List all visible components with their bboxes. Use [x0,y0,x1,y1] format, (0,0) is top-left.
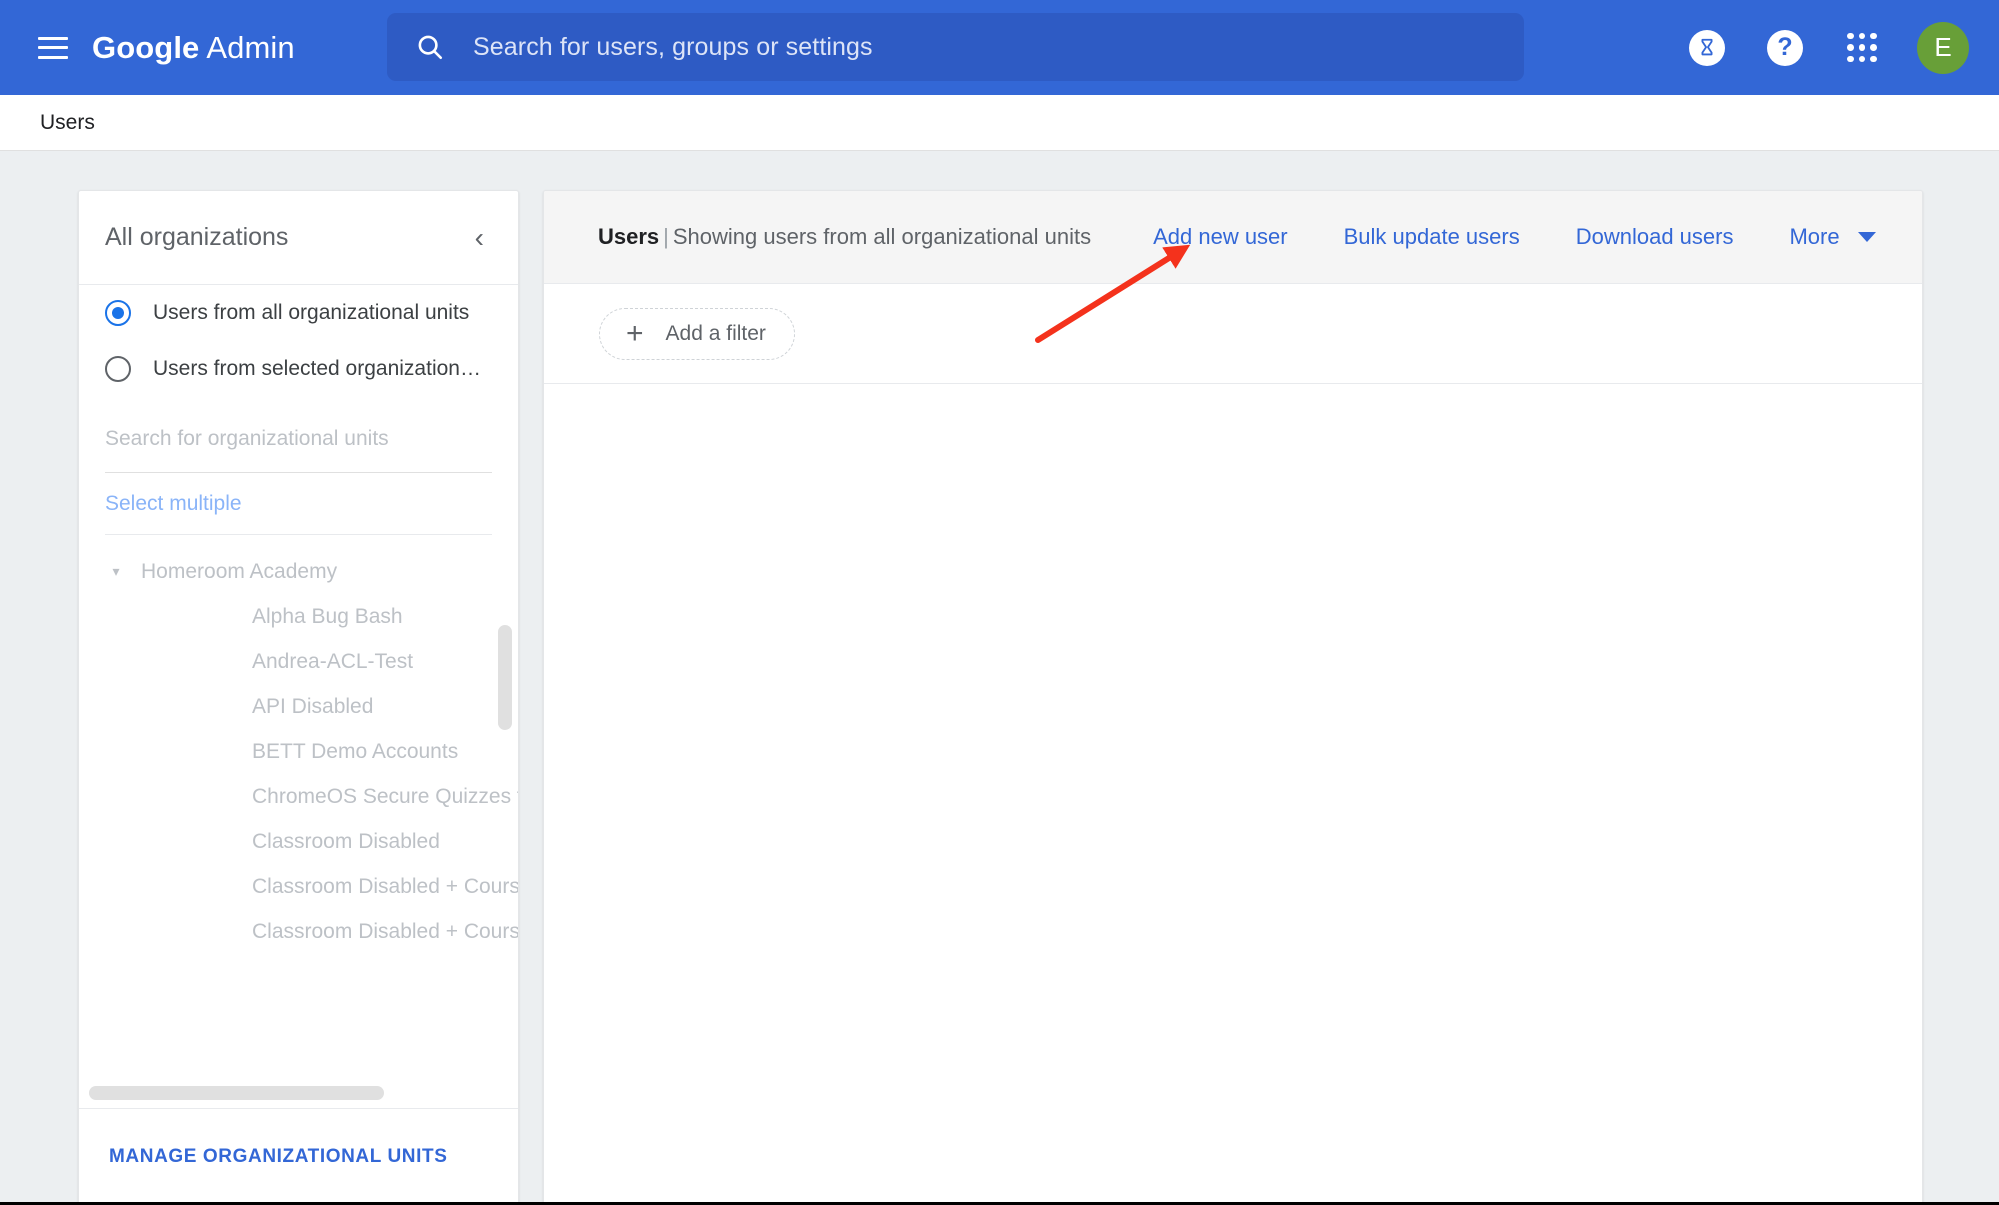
users-panel-actions: Add new user Bulk update users Download … [1153,224,1876,250]
ou-tree-item-label: Classroom Disabled + Coursek [252,874,518,898]
brand-admin: Admin [206,29,295,65]
global-search-box[interactable]: Search for users, groups or settings [387,13,1524,81]
ou-tree-item-label: Homeroom Academy [141,559,338,583]
avatar-initial: E [1934,32,1952,62]
ou-tree-item[interactable]: API Disabled [79,684,518,729]
download-users-link[interactable]: Download users [1576,224,1734,250]
admin-console-page: Google Admin Search for users, groups or… [0,0,1999,1205]
avatar[interactable]: E [1917,21,1969,74]
top-app-bar: Google Admin Search for users, groups or… [0,0,1999,95]
manage-organizational-units-button[interactable]: MANAGE ORGANIZATIONAL UNITS [109,1146,448,1168]
hamburger-icon[interactable] [38,36,68,59]
add-filter-label: Add a filter [665,321,766,345]
chevron-down-icon[interactable]: ▾ [105,563,127,580]
search-icon [415,32,445,62]
hourglass-icon[interactable] [1689,29,1725,66]
users-table-area [544,384,1922,1204]
radio-label-selected: Users from selected organizational… [153,357,492,380]
ou-tree-item[interactable]: ▾ Homeroom Academy [79,549,518,594]
users-subtitle: Showing users from all organizational un… [672,224,1092,249]
ou-tree-item-label: Andrea-ACL-Test [252,649,414,673]
ou-tree-item[interactable]: Andrea-ACL-Test [79,639,518,684]
organizations-panel-footer: MANAGE ORGANIZATIONAL UNITS [79,1108,518,1204]
select-multiple-link[interactable]: Select multiple [105,473,492,535]
ou-tree-item-label: BETT Demo Accounts [252,739,459,763]
plus-icon: + [626,316,644,350]
ou-tree-item[interactable]: Alpha Bug Bash [79,594,518,639]
help-icon[interactable]: ? [1767,29,1803,66]
users-panel-header: Users | Showing users from all organizatio… [544,191,1922,284]
organizations-panel-header: All organizations ‹ [79,191,518,285]
users-title-strong: Users [598,224,660,249]
radio-indicator-all[interactable] [105,300,131,326]
ou-tree-item-label: API Disabled [252,694,374,718]
ou-tree: ▾ Homeroom Academy Alpha Bug Bash Andrea… [79,535,518,1082]
ou-tree-horizontal-scroll-thumb[interactable] [89,1086,384,1100]
search-input[interactable]: Search for users, groups or settings [473,33,873,62]
ou-search-field[interactable] [105,427,492,473]
users-filter-bar: + Add a filter [544,284,1922,384]
ou-search-input[interactable] [105,427,492,451]
ou-tree-item[interactable]: BETT Demo Accounts [79,729,518,774]
page-title: All organizations [105,223,289,251]
more-menu-link[interactable]: More [1789,224,1876,250]
more-label: More [1789,224,1840,249]
radio-indicator-selected[interactable] [105,356,131,382]
add-new-user-link[interactable]: Add new user [1153,224,1288,250]
ou-tree-item[interactable]: Classroom Disabled + Coursek [79,909,518,954]
breadcrumb-users[interactable]: Users [40,111,95,135]
ou-tree-item-label: Classroom Disabled [252,829,440,853]
top-bar-actions: ? E [1689,0,1999,95]
title-separator: | [663,224,669,249]
organizations-panel: All organizations ‹ Users from all organ… [78,190,519,1205]
app-brand: Google Admin [92,30,295,66]
users-panel: Users | Showing users from all organizatio… [543,190,1923,1205]
bulk-update-users-link[interactable]: Bulk update users [1344,224,1520,250]
ou-tree-item-label: ChromeOS Secure Quizzes tes [252,784,518,808]
ou-tree-item[interactable]: Classroom Disabled [79,819,518,864]
ou-tree-item[interactable]: ChromeOS Secure Quizzes tes [79,774,518,819]
radio-label-all: Users from all organizational units [153,301,470,324]
ou-tree-item[interactable]: Classroom Disabled + Coursek [79,864,518,909]
help-glyph: ? [1777,33,1793,61]
users-panel-title: Users | Showing users from all organizatio… [598,224,1091,250]
add-filter-button[interactable]: + Add a filter [599,307,795,360]
radio-all-org-units[interactable]: Users from all organizational units [79,285,518,341]
brand-google: Google [92,29,200,65]
chevron-left-icon[interactable]: ‹ [467,220,492,256]
radio-selected-org-units[interactable]: Users from selected organizational… [79,341,518,397]
ou-tree-vertical-scrollbar[interactable] [498,625,512,730]
ou-tree-item-label: Classroom Disabled + Coursek [252,919,518,943]
ou-tree-item-label: Alpha Bug Bash [252,604,403,628]
apps-grid-icon[interactable] [1845,31,1879,65]
chevron-down-icon[interactable] [1857,232,1876,242]
ou-tree-horizontal-scrollbar[interactable] [79,1082,518,1108]
breadcrumb: Users [0,95,1999,151]
